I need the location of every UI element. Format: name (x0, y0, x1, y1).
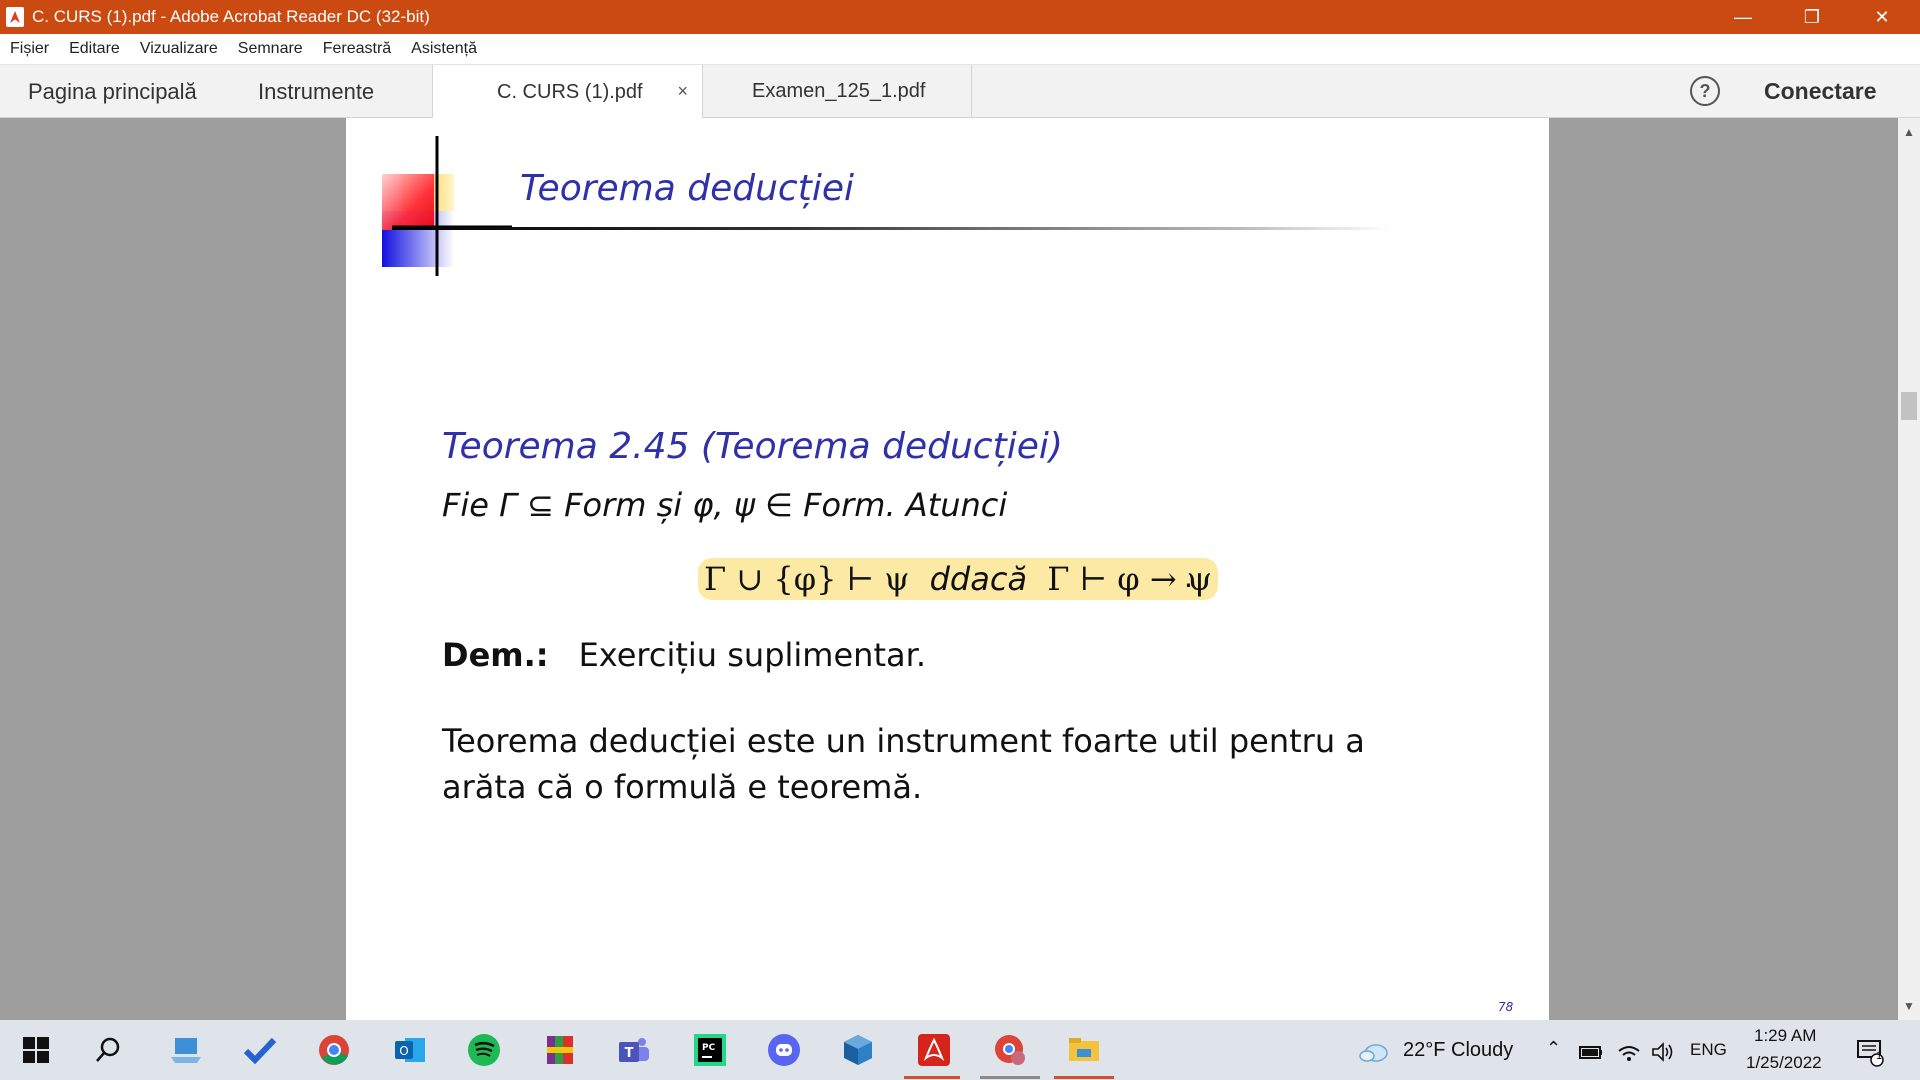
cloudy-weather-icon[interactable] (1356, 1032, 1392, 1072)
beamer-logo (382, 136, 512, 276)
laptop-icon[interactable] (166, 1030, 206, 1070)
menu-view[interactable]: Vizualizare (140, 40, 218, 58)
notification-count: 1 (1876, 1050, 1883, 1062)
title-bar: C. CURS (1).pdf - Adobe Acrobat Reader D… (0, 0, 1920, 34)
menu-help[interactable]: Asistență (411, 40, 477, 58)
formula-period: . (1184, 558, 1193, 594)
clock-time[interactable]: 1:29 AM (1754, 1026, 1816, 1046)
search-icon[interactable] (88, 1030, 128, 1070)
close-icon[interactable]: ✕ (1852, 0, 1912, 34)
clock-date[interactable]: 1/25/2022 (1746, 1053, 1822, 1073)
tab-document[interactable]: Examen_125_1.pdf (702, 65, 972, 118)
document-viewport[interactable]: Teorema deducției Teorema 2.45 (Teorema … (0, 118, 1898, 1020)
running-app-indicator (980, 1076, 1040, 1079)
slide-title: Teorema deducției (520, 168, 854, 209)
theorem-statement: Fie Γ ⊆ Form și φ, ψ ∈ Form. Atunci (442, 486, 1008, 524)
restore-icon[interactable]: ❐ (1782, 0, 1842, 34)
svg-text:PC: PC (702, 1043, 716, 1053)
menu-bar: Fișier Editare Vizualizare Semnare Ferea… (0, 34, 1920, 64)
page-number: 78 (1498, 1000, 1514, 1014)
tab-bar: Pagina principală Instrumente C. CURS (1… (0, 64, 1920, 119)
slide-paragraph: Teorema deducției este un instrument foa… (442, 722, 1365, 806)
highlighted-formula: Γ ∪ {φ} ⊢ ψ ddacă Γ ⊢ φ → ψ (698, 558, 1218, 600)
chrome-profile-icon[interactable] (990, 1030, 1030, 1070)
wifi-icon[interactable] (1614, 1032, 1644, 1072)
chevron-up-icon[interactable]: ⌃ (1546, 1038, 1561, 1059)
weather-text[interactable]: 22°F Cloudy (1403, 1039, 1513, 1062)
discord-icon[interactable] (764, 1030, 804, 1070)
file-explorer-icon[interactable] (1064, 1030, 1104, 1070)
todo-icon[interactable] (240, 1030, 280, 1070)
vertical-scrollbar[interactable]: ▲ ▼ (1898, 118, 1920, 1020)
menu-sign[interactable]: Semnare (238, 40, 303, 58)
outlook-icon[interactable]: O (390, 1030, 430, 1070)
proof-line: Dem.: Exercițiu suplimentar. (442, 636, 926, 674)
taskbar: O T PC 22°F Cloudy ⌃ ENG 1:29 AM 1/25/20… (0, 1020, 1920, 1080)
menu-edit[interactable]: Editare (69, 40, 120, 58)
scroll-up-icon[interactable]: ▲ (1898, 122, 1920, 142)
volume-icon[interactable] (1648, 1032, 1678, 1072)
proof-text: Exercițiu suplimentar. (578, 636, 926, 674)
close-tab-icon[interactable]: × (677, 81, 688, 102)
connect-button[interactable]: Conectare (1764, 65, 1876, 118)
theorem-heading: Teorema 2.45 (Teorema deducției) (442, 426, 1063, 467)
pycharm-icon[interactable]: PC (690, 1030, 730, 1070)
winrar-icon[interactable] (540, 1030, 580, 1070)
minimize-icon[interactable]: — (1713, 0, 1773, 34)
svg-text:O: O (399, 1044, 408, 1058)
spotify-icon[interactable] (464, 1030, 504, 1070)
proof-label: Dem.: (442, 636, 549, 674)
running-app-indicator (1054, 1076, 1114, 1079)
window-title: C. CURS (1).pdf - Adobe Acrobat Reader D… (32, 7, 430, 26)
pdf-page: Teorema deducției Teorema 2.45 (Teorema … (346, 118, 1549, 1020)
tab-tools[interactable]: Instrumente (258, 65, 374, 118)
tab-document-label: Examen_125_1.pdf (752, 80, 926, 102)
active-app-indicator (904, 1076, 960, 1079)
start-icon[interactable] (16, 1030, 56, 1070)
notification-icon[interactable] (1852, 1032, 1888, 1072)
tab-document-label: C. CURS (1).pdf (497, 80, 643, 103)
svg-text:T: T (625, 1046, 634, 1061)
tab-document-active[interactable]: C. CURS (1).pdf × (432, 65, 702, 119)
scroll-down-icon[interactable]: ▼ (1898, 996, 1920, 1016)
language-indicator[interactable]: ENG (1690, 1040, 1727, 1060)
acrobat-app-icon (6, 7, 24, 27)
formula-iff: ddacă (929, 560, 1028, 598)
help-icon[interactable]: ? (1690, 76, 1720, 106)
menu-window[interactable]: Fereastră (323, 40, 391, 58)
title-rule (392, 227, 1392, 230)
menu-file[interactable]: Fișier (10, 40, 49, 58)
tab-home[interactable]: Pagina principală (28, 65, 197, 118)
scroll-thumb[interactable] (1901, 392, 1917, 420)
formula-left: Γ ∪ {φ} ⊢ ψ (704, 560, 910, 598)
battery-icon[interactable] (1576, 1032, 1606, 1072)
chrome-icon[interactable] (314, 1030, 354, 1070)
teams-icon[interactable]: T (614, 1030, 654, 1070)
virtualbox-icon[interactable] (838, 1030, 878, 1070)
acrobat-icon[interactable] (914, 1030, 954, 1070)
